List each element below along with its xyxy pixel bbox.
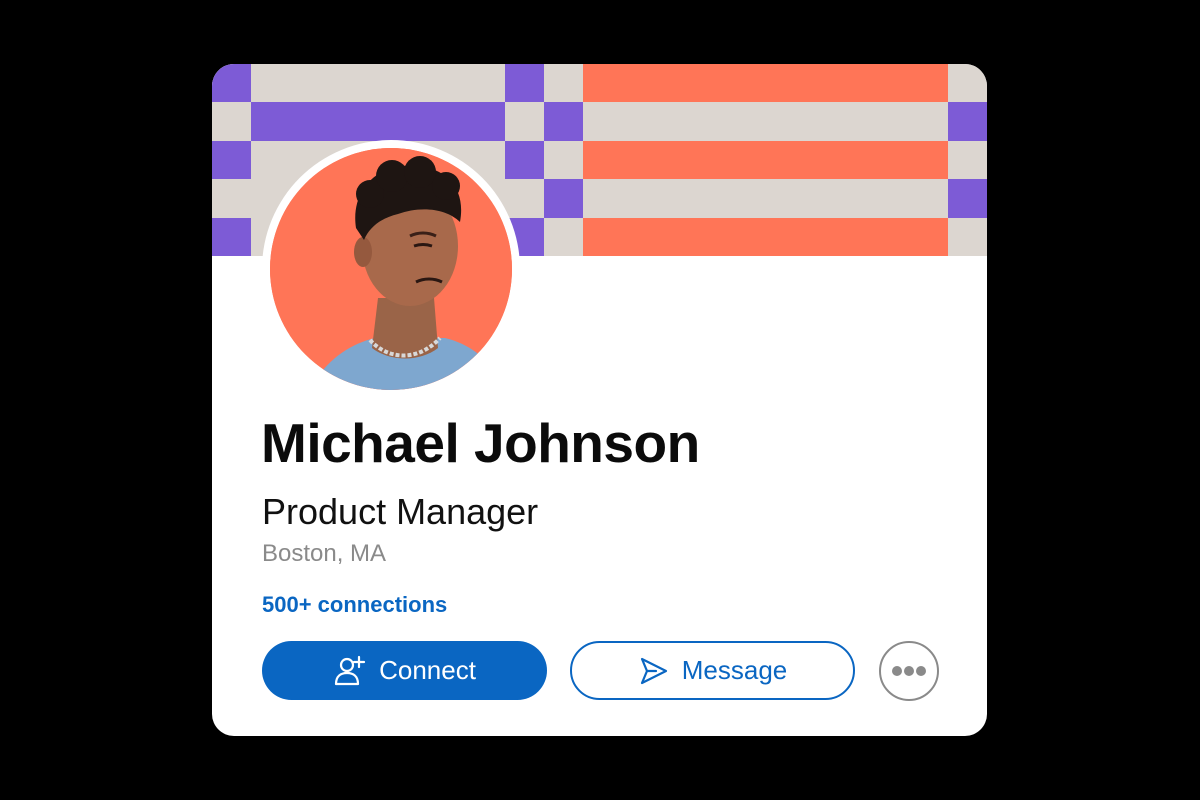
message-button[interactable]: Message [570,641,855,700]
connections-link[interactable]: 500+ connections [262,590,447,620]
add-user-icon [333,654,367,688]
connect-button-label: Connect [379,655,476,685]
profile-location: Boston, MA [262,540,387,567]
more-options-button[interactable] [879,641,939,701]
send-icon [638,655,670,687]
profile-name: Michael Johnson [261,412,700,474]
message-button-label: Message [681,655,788,685]
connect-button[interactable]: Connect [262,641,547,700]
profile-title: Product Manager [262,491,539,532]
avatar-ring [262,140,520,398]
more-horizontal-icon [891,665,927,677]
avatar-photo [270,148,512,390]
avatar[interactable] [270,148,512,390]
profile-card: Michael Johnson Product Manager Boston, … [212,64,987,736]
